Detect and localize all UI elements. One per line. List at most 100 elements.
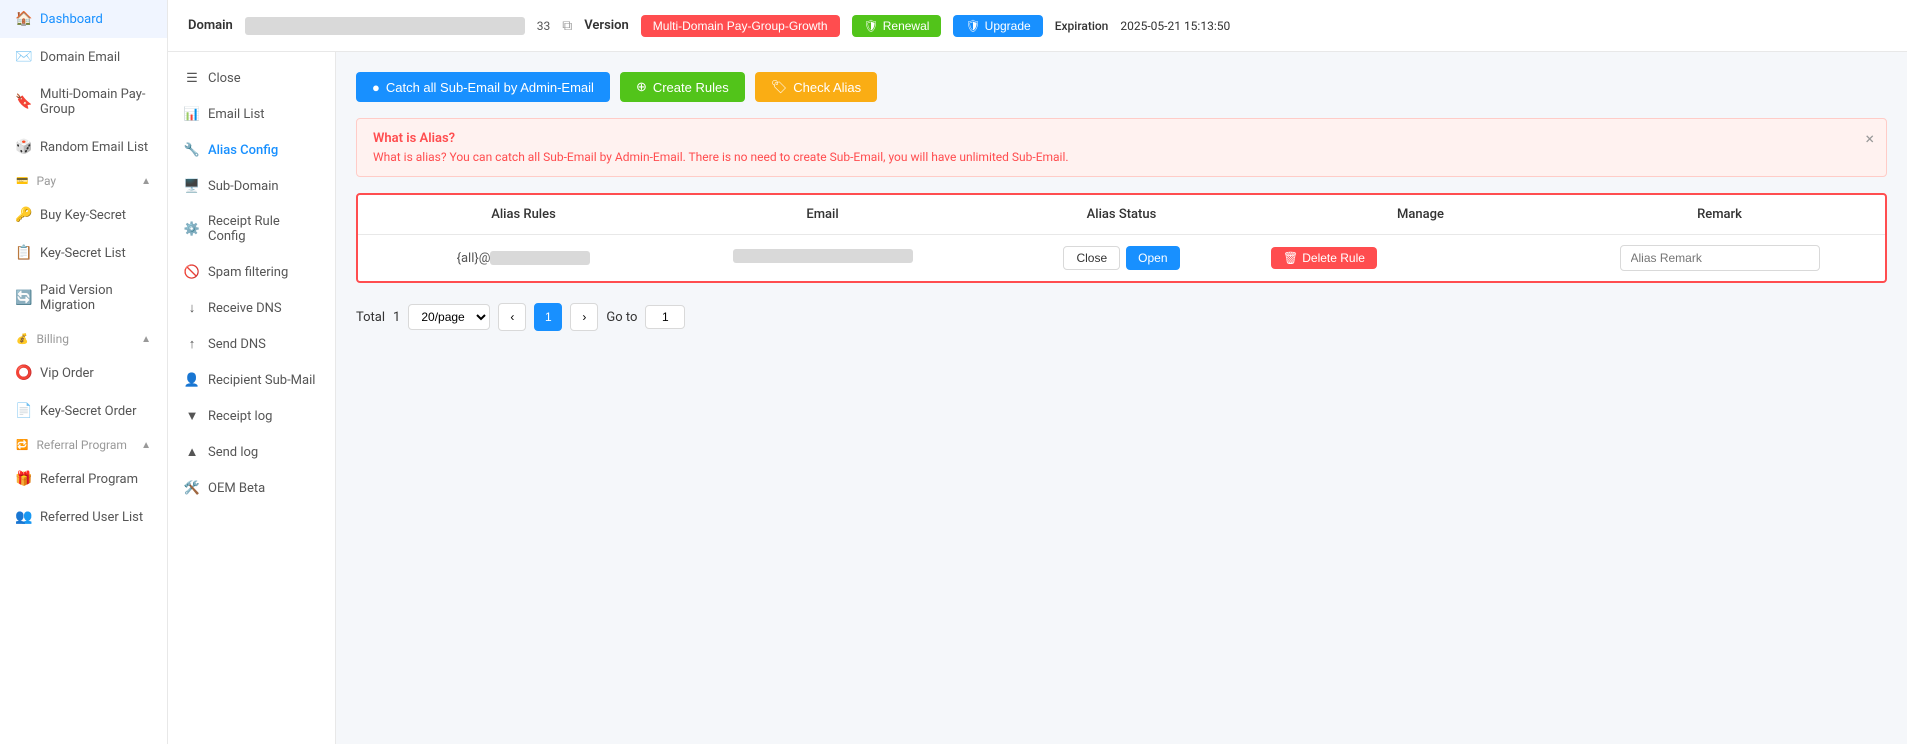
copy-icon[interactable]: ⧉ — [562, 18, 572, 34]
oem-icon: 🛠️ — [184, 480, 200, 496]
trash-icon: 🗑 — [1283, 251, 1298, 265]
domain-number: 33 — [537, 19, 551, 33]
close-menu-icon: ☰ — [184, 70, 200, 86]
check-alias-button[interactable]: 🏷 Check Alias — [755, 72, 877, 102]
page-content: ● Catch all Sub-Email by Admin-Email ⊕ C… — [336, 52, 1907, 744]
version-badge[interactable]: Multi-Domain Pay-Group-Growth — [641, 15, 840, 37]
sub-nav-send-dns[interactable]: ↑ Send DNS — [168, 326, 335, 362]
sidebar-item-referral-program[interactable]: 🎁 Referral Program — [0, 460, 167, 498]
expiration-value: 2025-05-21 15:13:50 — [1120, 19, 1230, 33]
alias-rules-redacted — [490, 251, 590, 265]
sidebar-item-paid-version-migration[interactable]: 🔄 Paid Version Migration — [0, 272, 167, 324]
vip-order-icon: ⭕ — [16, 365, 32, 381]
info-box-text: What is alias? You can catch all Sub-Ema… — [373, 150, 1870, 164]
dashboard-icon: 🏠 — [16, 11, 32, 27]
status-open-button[interactable]: Open — [1126, 246, 1179, 270]
multi-domain-icon: 🔖 — [16, 94, 32, 110]
sub-domain-icon: 🖥️ — [184, 178, 200, 194]
sidebar-item-multi-domain[interactable]: 🔖 Multi-Domain Pay-Group — [0, 76, 167, 128]
alias-config-icon: 🔧 — [184, 142, 200, 158]
header-remark: Remark — [1570, 207, 1869, 222]
billing-icon: 💰 — [16, 334, 28, 345]
sub-nav-receipt-rule-config[interactable]: ⚙️ Receipt Rule Config — [168, 204, 335, 254]
referral-chevron-icon: ▲ — [141, 440, 151, 451]
sidebar-group-referral[interactable]: 🔁 Referral Program ▲ — [0, 430, 167, 460]
sidebar-item-dashboard[interactable]: 🏠 Dashboard — [0, 0, 167, 38]
prev-page-button[interactable]: ‹ — [498, 303, 526, 331]
sidebar-item-key-secret-order[interactable]: 📄 Key-Secret Order — [0, 392, 167, 430]
header-alias-rules: Alias Rules — [374, 207, 673, 222]
create-rules-button[interactable]: ⊕ Create Rules — [620, 72, 745, 102]
main-area: Domain 33 ⧉ Version Multi-Domain Pay-Gro… — [168, 0, 1907, 744]
sidebar-group-billing[interactable]: 💰 Billing ▲ — [0, 324, 167, 354]
sub-nav-receive-dns[interactable]: ↓ Receive DNS — [168, 290, 335, 326]
status-buttons: Close Open — [972, 246, 1271, 270]
goto-label: Go to — [606, 310, 637, 325]
sidebar-item-buy-key-secret[interactable]: 🔑 Buy Key-Secret — [0, 196, 167, 234]
pay-icon: 💳 — [16, 176, 28, 187]
version-label: Version — [584, 18, 629, 33]
sub-nav-receipt-log[interactable]: ▼ Receipt log — [168, 398, 335, 434]
circle-dot-icon: ● — [372, 80, 380, 95]
sidebar-item-random-email[interactable]: 🎲 Random Email List — [0, 128, 167, 166]
table-row: {all}@ Close Open 🗑 Delet — [358, 235, 1885, 281]
sub-nav-recipient-sub-mail[interactable]: 👤 Recipient Sub-Mail — [168, 362, 335, 398]
sidebar-group-pay[interactable]: 💳 Pay ▲ — [0, 166, 167, 196]
sidebar-item-domain-email[interactable]: ✉️ Domain Email — [0, 38, 167, 76]
top-bar: Domain 33 ⧉ Version Multi-Domain Pay-Gro… — [168, 0, 1907, 52]
total-label: Total — [356, 310, 385, 325]
per-page-select[interactable]: 20/page — [408, 304, 490, 330]
info-box: What is Alias? What is alias? You can ca… — [356, 118, 1887, 177]
status-close-button[interactable]: Close — [1063, 246, 1120, 270]
email-redacted — [733, 249, 913, 263]
email-list-icon: 📊 — [184, 106, 200, 122]
delete-rule-button[interactable]: 🗑 Delete Rule — [1271, 247, 1377, 269]
catch-all-button[interactable]: ● Catch all Sub-Email by Admin-Email — [356, 72, 610, 102]
sub-nav-oem[interactable]: 🛠️ OEM Beta — [168, 470, 335, 506]
upgrade-button[interactable]: 🛡 Upgrade — [953, 15, 1042, 37]
cell-alias-status: Close Open — [972, 246, 1271, 270]
left-sidebar: 🏠 Dashboard ✉️ Domain Email 🔖 Multi-Doma… — [0, 0, 168, 744]
cell-alias-rules: {all}@ — [374, 251, 673, 266]
renewal-button[interactable]: 🛡 Renewal — [852, 15, 942, 37]
referred-user-icon: 👥 — [16, 509, 32, 525]
recipient-sub-mail-icon: 👤 — [184, 372, 200, 388]
referral-icon: 🔁 — [16, 440, 28, 451]
header-manage: Manage — [1271, 207, 1570, 222]
sub-nav-close[interactable]: ☰ Close — [168, 60, 335, 96]
sub-nav-send-log[interactable]: ▲ Send log — [168, 434, 335, 470]
sub-navigation: ☰ Close 📊 Email List 🔧 Alias Config 🖥️ S… — [168, 52, 336, 744]
sidebar-item-vip-order[interactable]: ⭕ Vip Order — [0, 354, 167, 392]
random-email-icon: 🎲 — [16, 139, 32, 155]
action-buttons-row: ● Catch all Sub-Email by Admin-Email ⊕ C… — [356, 72, 1887, 102]
sidebar-item-key-secret-list[interactable]: 📋 Key-Secret List — [0, 234, 167, 272]
sidebar-item-referred-user-list[interactable]: 👥 Referred User List — [0, 498, 167, 536]
page-1-button[interactable]: 1 — [534, 303, 562, 331]
domain-value — [245, 17, 525, 35]
goto-input[interactable] — [645, 305, 685, 329]
receipt-rule-icon: ⚙️ — [184, 221, 200, 237]
key-secret-list-icon: 📋 — [16, 245, 32, 261]
total-count: 1 — [393, 310, 400, 325]
sub-nav-sub-domain[interactable]: 🖥️ Sub-Domain — [168, 168, 335, 204]
receive-dns-icon: ↓ — [184, 300, 200, 316]
cell-email — [673, 249, 972, 267]
upgrade-icon: 🛡 — [965, 19, 980, 33]
remark-input[interactable] — [1620, 245, 1820, 271]
sub-nav-alias-config[interactable]: 🔧 Alias Config — [168, 132, 335, 168]
referral-program-icon: 🎁 — [16, 471, 32, 487]
content-area: ☰ Close 📊 Email List 🔧 Alias Config 🖥️ S… — [168, 52, 1907, 744]
pay-chevron-icon: ▲ — [141, 176, 151, 187]
info-box-title: What is Alias? — [373, 131, 1870, 146]
domain-email-icon: ✉️ — [16, 49, 32, 65]
paid-migration-icon: 🔄 — [16, 290, 32, 306]
receipt-log-icon: ▼ — [184, 408, 200, 424]
sub-nav-spam-filtering[interactable]: 🚫 Spam filtering — [168, 254, 335, 290]
next-page-button[interactable]: › — [570, 303, 598, 331]
shield-icon: 🛡 — [864, 19, 879, 33]
send-dns-icon: ↑ — [184, 336, 200, 352]
header-email: Email — [673, 207, 972, 222]
info-box-close-button[interactable]: × — [1865, 129, 1874, 148]
key-secret-order-icon: 📄 — [16, 403, 32, 419]
sub-nav-email-list[interactable]: 📊 Email List — [168, 96, 335, 132]
